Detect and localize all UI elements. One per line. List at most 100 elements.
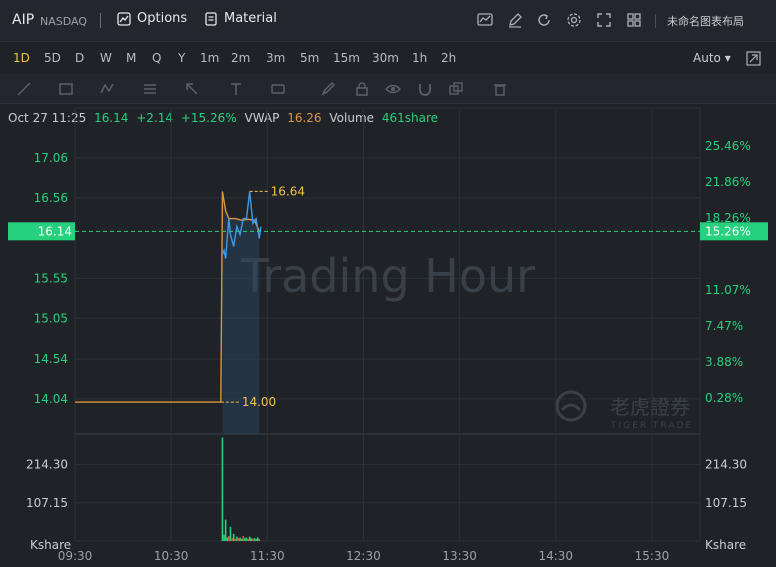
period-tab-w[interactable]: W [100, 51, 112, 65]
period-tab-m[interactable]: M [126, 51, 136, 65]
fullscreen-icon[interactable] [595, 11, 613, 29]
volume-bar [236, 536, 238, 541]
pct-tick-label: 21.86% [705, 175, 751, 189]
options-label: Options [137, 11, 188, 26]
x-tick-label: 14:30 [538, 549, 573, 563]
magnet-icon[interactable] [417, 81, 433, 97]
material-label: Material [224, 11, 277, 26]
x-tick-label: 13:30 [442, 549, 477, 563]
drawing-toolbar [0, 74, 776, 104]
low-label: 14.00 [242, 395, 276, 409]
period-tab-1h[interactable]: 1h [412, 51, 427, 65]
eye-icon[interactable] [385, 81, 401, 97]
period-tab-1d[interactable]: 1D [13, 51, 30, 65]
pct-tick-label: 11.07% [705, 283, 751, 297]
settings-gear-icon[interactable] [565, 11, 583, 29]
exchange-label: NASDAQ [40, 15, 88, 28]
volume-tick-label: 214.30 [26, 458, 68, 472]
brand-logo: 老虎證券 TIGER TRADE [555, 390, 693, 431]
period-tab-1m[interactable]: 1m [200, 51, 219, 65]
volume-tick-label: 107.15 [26, 496, 68, 510]
volume-bar [231, 538, 233, 541]
trash-icon[interactable] [492, 81, 508, 97]
line-tool-icon[interactable] [16, 81, 32, 97]
volume-bar [239, 537, 241, 541]
period-tab-2h[interactable]: 2h [441, 51, 456, 65]
divider [100, 13, 101, 28]
volume-bar [256, 537, 259, 541]
volume-bar [232, 533, 235, 541]
period-tab-15m[interactable]: 15m [333, 51, 360, 65]
period-tab-q[interactable]: Q [152, 51, 161, 65]
options-button[interactable]: Options [117, 11, 187, 26]
volume-bar [255, 538, 257, 541]
period-tab-2m[interactable]: 2m [231, 51, 250, 65]
volume-bar [226, 537, 229, 541]
refresh-icon[interactable] [535, 11, 553, 29]
symbol-label[interactable]: AIP [12, 12, 34, 28]
volume-bar [242, 536, 245, 541]
layout-name-label[interactable]: 未命名图表布局 [667, 13, 744, 29]
brush-tool-icon[interactable] [320, 81, 336, 97]
x-tick-label: 11:30 [250, 549, 285, 563]
pattern-tool-icon[interactable] [100, 81, 116, 97]
options-chart-icon [117, 11, 131, 26]
grid-layout-icon[interactable] [625, 11, 643, 29]
volume-tick-label-right: 107.15 [705, 496, 747, 510]
x-tick-label: 12:30 [346, 549, 381, 563]
volume-bar [229, 526, 232, 541]
fibonacci-tool-icon[interactable] [142, 81, 158, 97]
volume-tick-label-right: 214.30 [705, 458, 747, 472]
volume-bar [252, 538, 254, 541]
scale-mode-dropdown[interactable]: Auto ▾ [693, 51, 731, 65]
volume-unit-label-right: Kshare [705, 538, 746, 552]
period-tab-d[interactable]: D [75, 51, 84, 65]
y-tick-label: 14.04 [34, 392, 68, 406]
clone-icon[interactable] [448, 81, 464, 97]
volume-bar [245, 537, 248, 541]
watermark-text: Trading Hour [240, 249, 535, 303]
text-tool-icon[interactable] [228, 81, 244, 97]
x-tick-label: 15:30 [635, 549, 670, 563]
pct-tick-label: 18.26% [705, 211, 751, 225]
current-pct-label: 15.26% [705, 224, 751, 238]
rectangle-tool-icon[interactable] [58, 81, 74, 97]
note-tool-icon[interactable] [270, 81, 286, 97]
brand-en: TIGER TRADE [610, 421, 693, 431]
top-toolbar: AIP NASDAQ Options Material 未命名图表布局 [0, 0, 776, 42]
volume-bar [237, 538, 240, 541]
expand-icon[interactable] [746, 51, 761, 66]
volume-bar [228, 536, 230, 541]
y-tick-label: 15.55 [34, 271, 68, 285]
pct-tick-label: 7.47% [705, 319, 743, 333]
edit-icon[interactable] [506, 11, 524, 29]
volume-unit-label: Kshare [30, 538, 71, 552]
volume-bar [253, 538, 256, 541]
plot-frame [74, 107, 701, 542]
divider [655, 14, 656, 28]
pct-tick-label: 25.46% [705, 139, 751, 153]
period-tab-30m[interactable]: 30m [372, 51, 399, 65]
volume-bar [248, 536, 251, 541]
volume-bar [221, 437, 224, 541]
brand-cn: 老虎證券 [610, 395, 690, 419]
volume-bar [224, 519, 227, 541]
period-bar: 1D 5D D W M Q Y 1m 2m 3m 5m 15m 30m 1h 2h Auto ▾ [0, 42, 776, 74]
lock-icon[interactable] [354, 81, 370, 97]
volume-bar [247, 538, 249, 541]
period-tab-5m[interactable]: 5m [300, 51, 319, 65]
y-tick-label: 16.56 [34, 191, 68, 205]
material-button[interactable]: Material [204, 11, 277, 26]
indicator-icon[interactable] [476, 11, 494, 29]
x-tick-label: 10:30 [154, 549, 189, 563]
volume-bar [250, 538, 253, 541]
arrow-tool-icon[interactable] [184, 81, 200, 97]
intraday-chart[interactable]: Trading Hour 老虎證券 TIGER TRADE 16.64 14.00… [0, 104, 776, 567]
volume-bar [258, 538, 261, 541]
period-tab-y[interactable]: Y [178, 51, 185, 65]
period-tab-5d[interactable]: 5D [44, 51, 61, 65]
volume-bar [244, 538, 246, 541]
pct-tick-label: 3.88% [705, 355, 743, 369]
volume-bar [234, 538, 237, 541]
period-tab-3m[interactable]: 3m [266, 51, 285, 65]
